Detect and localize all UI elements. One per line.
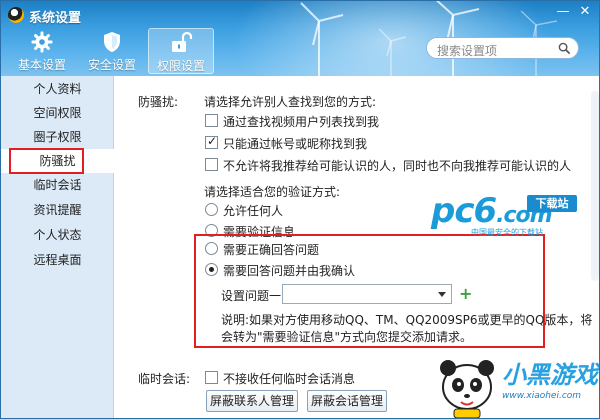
verify-method-prompt: 请选择适合您的验证方式:	[204, 185, 341, 199]
sidebar-item-profile[interactable]: 个人资料	[1, 77, 114, 101]
shield-icon	[104, 32, 120, 52]
search-icon[interactable]	[558, 42, 571, 55]
verify-answer-confirm-label: 需要回答问题并由我确认	[223, 264, 356, 278]
find-by-video-list-label: 通过查找视频用户列表找到我	[223, 115, 380, 129]
unlock-icon	[172, 31, 193, 52]
sidebar-highlight-box	[9, 148, 84, 174]
reject-temp-chat-checkbox[interactable]	[205, 371, 218, 384]
note-line-2: 会转为"需要验证信息"方式向您提交添加请求。	[221, 330, 473, 344]
verify-correct-answer-radio[interactable]	[205, 242, 218, 255]
sidebar-item-circle-permission[interactable]: 圈子权限	[1, 125, 114, 149]
window-title: 系统设置	[29, 11, 82, 26]
add-question-icon[interactable]: +	[459, 284, 472, 303]
sidebar-item-news-alert[interactable]: 资讯提醒	[1, 198, 114, 222]
block-contacts-button[interactable]: 屏蔽联系人管理	[206, 390, 298, 412]
verify-allow-anyone-label: 允许任何人	[223, 204, 284, 218]
verify-allow-anyone-radio[interactable]	[205, 203, 218, 216]
temp-chat-section-label: 临时会话:	[138, 372, 191, 386]
question-one-label: 设置问题一:	[221, 289, 286, 303]
note-line-1: 说明:如果对方使用移动QQ、TM、QQ2009SP6或更早的QQ版本，将	[221, 313, 593, 327]
search-box[interactable]: 搜索设置项	[426, 37, 579, 59]
xiaohei-url: www.xiaohei.com	[502, 391, 582, 401]
tab-security-settings[interactable]: 安全设置	[79, 28, 145, 74]
panda-mascot-icon	[440, 360, 494, 418]
tab-basic-settings[interactable]: 基本设置	[9, 28, 75, 74]
verify-correct-answer-label: 需要正确回答问题	[223, 243, 320, 257]
sidebar: 个人资料 空间权限 圈子权限 防骚扰 临时会话 资讯提醒 个人状态 远程桌面	[1, 76, 114, 418]
no-recommend-checkbox[interactable]	[205, 158, 218, 171]
title-bar: 系统设置 — ✕ 基本设置 安全设置 权限设置 搜索设置项	[1, 1, 599, 76]
pc6-download-tag: 下载站	[527, 195, 577, 212]
question-one-dropdown[interactable]	[282, 284, 452, 304]
tab-label: 安全设置	[87, 58, 136, 72]
find-method-prompt: 请选择允许别人查找到您的方式:	[204, 95, 377, 109]
settings-window: 系统设置 — ✕ 基本设置 安全设置 权限设置 搜索设置项 个人资料 空间权限 …	[0, 0, 600, 419]
no-recommend-label: 不允许将我推荐给可能认识的人，同时也不向我推荐可能认识的人	[223, 159, 572, 173]
xiaohei-brand: 小黑游戏	[502, 361, 598, 389]
gear-icon	[31, 31, 53, 53]
block-sessions-button[interactable]: 屏蔽会话管理	[307, 390, 387, 412]
chevron-down-icon[interactable]	[438, 292, 446, 297]
verify-answer-confirm-radio[interactable]	[205, 263, 218, 276]
pc6-slogan: 中国最安全的下载站	[471, 228, 543, 237]
qq-logo-icon	[8, 7, 24, 23]
find-by-video-list-checkbox[interactable]	[205, 114, 218, 127]
reject-temp-chat-label: 不接收任何临时会话消息	[223, 372, 356, 386]
tab-label: 权限设置	[156, 59, 205, 73]
find-by-account-checkbox[interactable]	[205, 134, 218, 149]
antispam-section-label: 防骚扰:	[138, 95, 179, 109]
sidebar-item-temp-chat[interactable]: 临时会话	[1, 173, 114, 197]
sidebar-item-space-permission[interactable]: 空间权限	[1, 101, 114, 125]
minimize-button[interactable]: —	[553, 3, 573, 21]
scrollbar[interactable]	[591, 91, 599, 281]
search-input[interactable]: 搜索设置项	[437, 42, 497, 59]
tab-permission-settings[interactable]: 权限设置	[148, 28, 214, 74]
find-by-account-label: 只能通过帐号或昵称找到我	[223, 137, 368, 151]
tab-label: 基本设置	[17, 58, 66, 72]
close-button[interactable]: ✕	[575, 3, 595, 21]
xiaohei-watermark: 小黑游戏 www.xiaohei.com	[436, 351, 599, 418]
sidebar-item-personal-status[interactable]: 个人状态	[1, 223, 114, 247]
sidebar-item-remote-desktop[interactable]: 远程桌面	[1, 248, 114, 272]
